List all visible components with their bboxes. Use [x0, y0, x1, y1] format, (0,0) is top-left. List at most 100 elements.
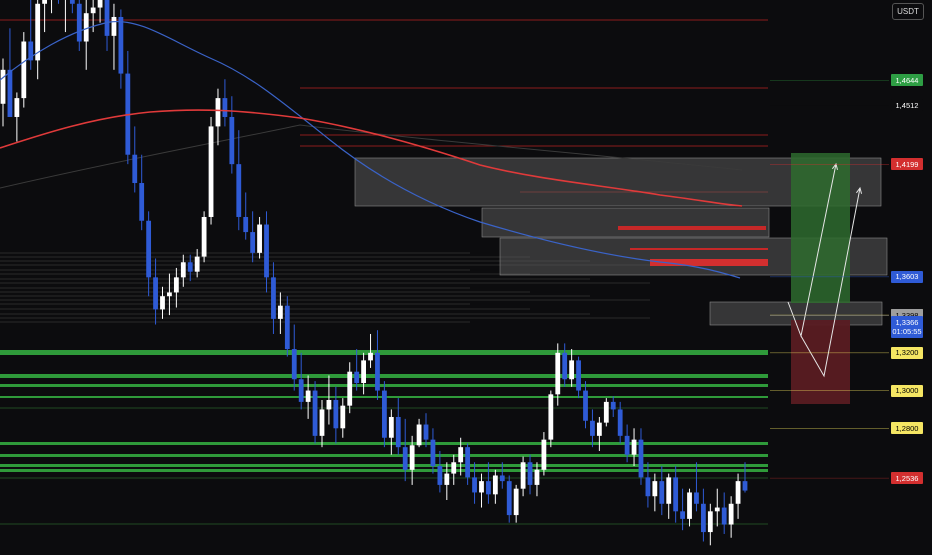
bull-candle — [548, 394, 554, 440]
bear-candle — [222, 98, 228, 117]
price-tag: 1,3200 — [891, 346, 923, 359]
bull-candle — [201, 216, 207, 257]
bull-candle — [257, 224, 262, 253]
price-chart[interactable] — [0, 0, 932, 550]
bear-candle — [104, 0, 110, 36]
bull-candle — [347, 371, 353, 406]
bull-candle — [631, 439, 637, 455]
bull-candle — [534, 469, 540, 485]
bear-candle — [146, 220, 152, 278]
price-tag: 1,4199 — [891, 158, 923, 171]
bull-candle — [368, 352, 373, 361]
bull-candle — [97, 0, 103, 8]
bull-candle — [687, 492, 692, 519]
bull-candle — [180, 262, 186, 278]
bear-candle — [284, 305, 290, 350]
bull-candle — [361, 360, 366, 384]
bull-candle — [520, 462, 526, 489]
bear-candle — [250, 232, 256, 253]
bull-candle — [111, 16, 117, 36]
bear-candle — [139, 183, 145, 221]
bear-candle — [236, 164, 242, 217]
bear-candle — [506, 481, 512, 516]
bear-candle — [583, 390, 588, 421]
bear-candle — [721, 507, 727, 525]
bull-candle — [14, 98, 20, 117]
bear-candle — [694, 492, 699, 504]
bear-candle — [291, 349, 297, 380]
bear-candle — [659, 481, 665, 504]
order-block-bar — [630, 248, 768, 250]
bear-candle — [673, 477, 679, 512]
support-band — [0, 374, 768, 378]
bull-candle — [215, 98, 221, 127]
bear-candle — [624, 435, 630, 455]
support-band — [0, 464, 768, 467]
bear-candle — [271, 277, 276, 319]
bull-candle — [707, 511, 713, 533]
bear-candle — [499, 475, 505, 482]
support-band — [0, 469, 768, 472]
price-tag: 1,2800 — [891, 422, 923, 435]
target-zone — [791, 153, 850, 303]
bear-candle — [742, 481, 748, 491]
bear-candle — [264, 224, 269, 278]
price-tag: 1,3603 — [891, 270, 923, 283]
bull-candle — [42, 0, 48, 4]
bear-candle — [486, 481, 491, 495]
bear-candle — [118, 16, 124, 74]
bear-candle — [229, 116, 235, 165]
bear-candle — [187, 262, 193, 272]
chart-canvas[interactable] — [0, 0, 932, 550]
bull-candle — [90, 7, 96, 14]
bull-candle — [416, 424, 422, 446]
live-price-tag: 1,3366 01:05:55 — [891, 315, 923, 338]
order-block-bar — [618, 226, 766, 230]
bear-candle — [7, 69, 13, 117]
bull-candle — [83, 13, 89, 42]
bear-candle — [610, 401, 616, 410]
bear-candle — [354, 371, 360, 384]
bull-candle — [409, 445, 415, 470]
bull-candle — [728, 503, 734, 525]
bull-candle — [208, 126, 214, 217]
bull-candle — [160, 296, 165, 310]
bear-candle — [395, 416, 401, 448]
bear-candle — [590, 420, 595, 436]
bear-candle — [76, 3, 82, 42]
candle-countdown: 01:05:55 — [892, 326, 922, 336]
price-tag: 1,3000 — [891, 384, 923, 397]
price-tag: 1,4644 — [891, 74, 923, 87]
bull-candle — [305, 390, 311, 402]
bull-candle — [326, 400, 332, 410]
bear-candle — [576, 360, 581, 391]
bull-candle — [555, 352, 561, 395]
bull-candle — [541, 439, 547, 470]
price-axis[interactable]: 1,46441,45121,41991,36031,34001,33981,32… — [888, 0, 932, 550]
bear-candle — [153, 277, 158, 310]
bear-candle — [132, 154, 138, 184]
bull-candle — [714, 507, 720, 512]
bear-candle — [333, 400, 339, 429]
price-tag: 1,2536 — [891, 472, 923, 485]
bear-candle — [382, 390, 387, 438]
bull-candle — [319, 409, 325, 436]
bull-candle — [173, 277, 179, 293]
bear-candle — [680, 511, 685, 519]
bear-candle — [645, 477, 651, 497]
bear-candle — [700, 503, 706, 533]
support-band — [0, 454, 768, 457]
bear-candle — [562, 352, 568, 380]
bear-candle — [465, 447, 471, 478]
bear-candle — [638, 439, 644, 478]
bear-candle — [298, 379, 304, 402]
bear-candle — [617, 409, 623, 436]
bull-candle — [0, 69, 6, 104]
bull-candle — [513, 488, 519, 516]
support-band — [0, 350, 768, 355]
bull-candle — [596, 422, 602, 436]
bull-candle — [444, 473, 450, 485]
bull-candle — [167, 292, 172, 297]
bull-candle — [194, 256, 200, 272]
bull-candle — [492, 475, 498, 495]
